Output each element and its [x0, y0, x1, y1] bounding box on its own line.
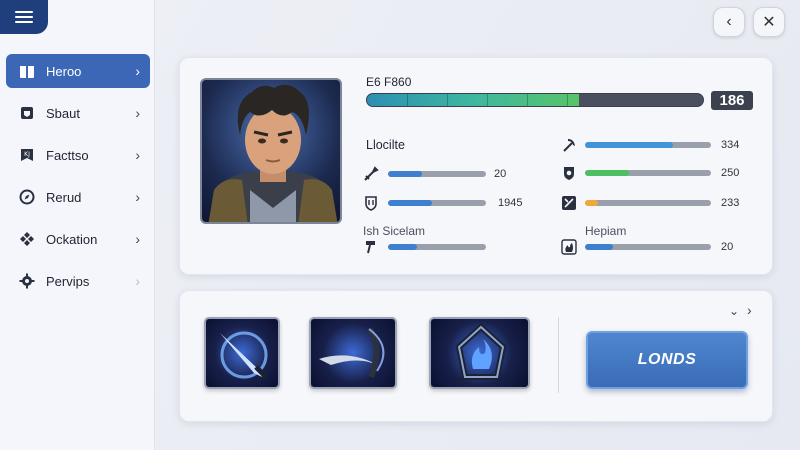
sidebar: Heroo › Sbaut › KJ Facttso › Rerud › Ock… [0, 0, 155, 450]
close-button[interactable]: ✕ [753, 7, 785, 37]
abilities-card: ⌄ › LONDS [179, 290, 773, 422]
sidebar-item-ockation[interactable]: Ockation › [6, 222, 150, 256]
stat-bar [585, 142, 711, 148]
chevron-right-icon: › [135, 147, 140, 163]
stat-row [362, 166, 380, 182]
sidebar-item-label: Ockation [46, 231, 98, 247]
chevron-down-icon[interactable]: ⌄ [729, 304, 739, 318]
diamond-cluster-icon [18, 230, 36, 248]
sidebar-item-pervips[interactable]: Pervips › [6, 264, 150, 298]
ability-slot-3[interactable] [429, 317, 530, 389]
cross-swords-icon [560, 194, 578, 212]
sidebar-nav: Heroo › Sbaut › KJ Facttso › Rerud › Ock… [6, 54, 150, 306]
shield-icon [362, 194, 380, 212]
stat-row [560, 165, 578, 181]
blade-slash-icon [220, 331, 268, 379]
chevron-left-icon: ‹ [726, 13, 732, 30]
stat-row [362, 195, 380, 211]
stat-value: 20 [494, 168, 507, 180]
chevron-right-icon: › [135, 273, 140, 289]
hero-level-label: E6 F860 [366, 75, 412, 89]
chevron-right-icon: › [135, 63, 140, 79]
abilities-divider [558, 317, 559, 393]
sidebar-item-heroo[interactable]: Heroo › [6, 54, 150, 88]
stats-subtitle-right: Hepiam [585, 224, 627, 238]
sidebar-item-label: Pervips [46, 273, 90, 289]
stat-bar-fill [585, 200, 598, 206]
stat-bar [585, 170, 711, 176]
sidebar-item-label: Sbaut [46, 105, 80, 121]
stat-bar [585, 244, 711, 250]
sidebar-item-facttso[interactable]: KJ Facttso › [6, 138, 150, 172]
shadow-flame-icon [455, 322, 507, 380]
stat-value: 334 [721, 139, 740, 151]
stat-value: 233 [721, 197, 740, 209]
stat-row [560, 239, 578, 255]
stat-bar [388, 171, 486, 177]
compass-icon [18, 188, 36, 206]
stat-bar-fill [388, 244, 418, 250]
hero-portrait[interactable] [200, 78, 342, 224]
gift-box-icon [18, 62, 36, 80]
chevron-right-icon: › [135, 189, 140, 205]
menu-button[interactable] [0, 0, 48, 34]
chevron-right-icon: › [135, 105, 140, 121]
stat-bar-fill [585, 170, 630, 176]
sidebar-item-label: Heroo [46, 63, 82, 79]
ability-slot-1[interactable] [204, 317, 280, 389]
gear-icon [18, 272, 36, 290]
pickaxe-icon [560, 136, 578, 154]
xp-bar-fill [367, 94, 579, 106]
stat-row [560, 137, 578, 153]
chevron-right-icon: › [135, 231, 140, 247]
back-button[interactable]: ‹ [713, 7, 745, 37]
stats-section-title: Llocilte [366, 138, 405, 152]
xp-value-badge: 186 [711, 91, 753, 110]
sidebar-item-sbaut[interactable]: Sbaut › [6, 96, 150, 130]
stat-row [362, 239, 380, 255]
sword-icon [362, 165, 380, 183]
ability-slot-2[interactable] [309, 317, 397, 389]
banner-icon: KJ [18, 146, 36, 164]
stats-subtitle: Ish Sicelam [363, 224, 426, 238]
stat-bar [388, 200, 486, 206]
hero-portrait-image [208, 84, 338, 222]
stat-bar-fill [585, 142, 674, 148]
stat-bar-fill [388, 200, 433, 206]
stat-value: 1945 [498, 197, 523, 209]
flame-icon [560, 238, 578, 256]
sidebar-item-label: Facttso [46, 147, 89, 163]
sidebar-item-label: Rerud [46, 189, 82, 205]
svg-text:KJ: KJ [24, 151, 30, 158]
sidebar-item-rerud[interactable]: Rerud › [6, 180, 150, 214]
stat-value: 250 [721, 167, 740, 179]
scythe-strike-icon [319, 327, 385, 379]
close-icon: ✕ [762, 14, 776, 31]
stat-row [560, 195, 578, 211]
heart-shield-icon [560, 164, 578, 182]
stat-bar [388, 244, 486, 250]
stat-bar [585, 200, 711, 206]
scroll-icon [18, 104, 36, 122]
primary-action-button[interactable]: LONDS [586, 331, 748, 389]
hammer-icon [362, 238, 380, 256]
chevron-right-icon[interactable]: › [747, 302, 752, 318]
hero-stats-card: E6 F860 186 Llocilte 20 1945 Ish Sicelam… [179, 57, 773, 275]
stat-bar-fill [388, 171, 423, 177]
stat-bar-fill [585, 244, 613, 250]
stat-value: 20 [721, 241, 734, 253]
xp-bar [366, 93, 704, 107]
hamburger-icon [15, 10, 33, 24]
